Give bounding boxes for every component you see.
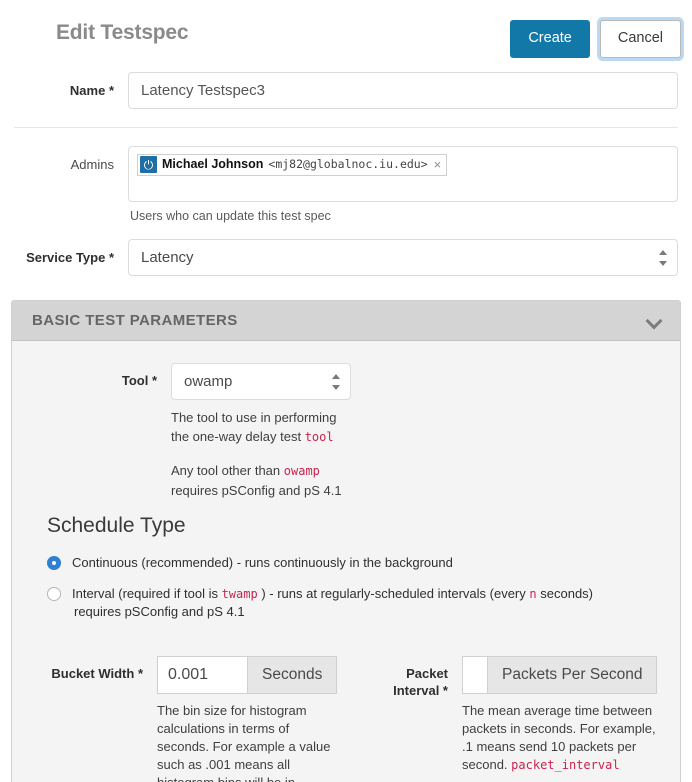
bucket-width-input[interactable]	[157, 656, 247, 694]
schedule-type-title: Schedule Type	[47, 514, 186, 537]
interval-code-twamp: twamp	[221, 587, 258, 601]
bucket-width-desc-text: The bin size for histogram calculations …	[157, 703, 331, 782]
packet-interval-group: Packet Interval * Packets Per Second The…	[357, 656, 680, 782]
interval-code-n: n	[529, 587, 537, 601]
admin-token[interactable]: ⏻ Michael Johnson <mj82@globalnoc.iu.edu…	[137, 154, 448, 176]
tool-description-line-2: Any tool other than owamp requires pSCon…	[171, 461, 353, 500]
radio-interval[interactable]	[47, 587, 61, 601]
cancel-button[interactable]: Cancel	[599, 20, 681, 58]
service-type-control: Latency	[128, 239, 678, 276]
bucket-width-description: The bin size for histogram calculations …	[157, 702, 335, 782]
page-title: Edit Testspec	[56, 20, 189, 44]
packet-interval-description: The mean average time between packets in…	[462, 702, 657, 774]
tool-select[interactable]: owamp	[171, 363, 351, 400]
admins-label: Admins	[70, 157, 114, 172]
bucket-width-label: Bucket Width *	[51, 666, 143, 681]
panel-title: BASIC TEST PARAMETERS	[32, 312, 238, 329]
power-badge-icon: ⏻	[140, 156, 157, 173]
tool-desc-2-text: Any tool other than	[171, 463, 281, 478]
tool-desc-2-code: owamp	[283, 464, 320, 478]
chevron-down-icon[interactable]	[646, 313, 662, 329]
packet-interval-input[interactable]	[462, 656, 487, 694]
packet-interval-label: Packet Interval *	[393, 666, 448, 698]
interval-text-mid: ) - runs at regularly-scheduled interval…	[261, 586, 526, 601]
tool-label: Tool *	[121, 373, 157, 388]
header-actions: Create Cancel	[510, 20, 681, 58]
edit-testspec-page: Edit Testspec Create Cancel Name * Admin…	[0, 0, 692, 782]
schedule-type-section: Schedule Type Continuous (recommended) -…	[12, 500, 680, 621]
tool-row: Tool * owamp The tool to use in performi…	[12, 363, 680, 500]
admins-row: Admins ⏻ Michael Johnson <mj82@globalnoc…	[0, 146, 692, 223]
tool-description: The tool to use in performing the one-wa…	[171, 408, 353, 500]
name-input[interactable]	[128, 72, 678, 109]
service-type-select[interactable]: Latency	[128, 239, 678, 276]
packet-interval-input-group: Packets Per Second	[462, 656, 658, 694]
packet-interval-control: Packets Per Second The mean average time…	[462, 656, 658, 774]
admin-token-name: Michael Johnson	[162, 157, 264, 171]
create-button[interactable]: Create	[510, 20, 590, 58]
radio-interval-label: Interval (required if tool is twamp ) - …	[72, 585, 603, 621]
name-control	[128, 72, 678, 109]
radio-continuous-label: Continuous (recommended) - runs continuo…	[72, 555, 453, 570]
bucket-width-group: Bucket Width * Seconds The bin size for …	[12, 656, 357, 782]
tool-control: owamp The tool to use in performing the …	[171, 363, 353, 500]
remove-admin-icon[interactable]: ×	[433, 156, 442, 173]
schedule-option-interval[interactable]: Interval (required if tool is twamp ) - …	[47, 585, 680, 621]
bucket-width-input-group: Seconds	[157, 656, 338, 694]
interval-text-post: seconds)	[540, 586, 593, 601]
packet-interval-unit: Packets Per Second	[487, 656, 658, 694]
panel-header[interactable]: BASIC TEST PARAMETERS	[12, 301, 680, 341]
tool-desc-1-code: tool	[304, 430, 334, 444]
radio-continuous[interactable]	[47, 556, 61, 570]
bucket-packet-row: Bucket Width * Seconds The bin size for …	[12, 634, 680, 782]
interval-text-line2: requires pSConfig and pS 4.1	[74, 604, 245, 619]
service-type-label: Service Type *	[26, 250, 114, 265]
service-type-row: Service Type * Latency	[0, 239, 692, 276]
basic-test-parameters-panel: BASIC TEST PARAMETERS Tool * owamp The t…	[11, 300, 681, 782]
bucket-width-control: Seconds The bin size for histogram calcu…	[157, 656, 338, 782]
admin-token-email: <mj82@globalnoc.iu.edu>	[268, 157, 428, 171]
panel-body: Tool * owamp The tool to use in performi…	[12, 341, 680, 782]
admins-token-input[interactable]: ⏻ Michael Johnson <mj82@globalnoc.iu.edu…	[128, 146, 678, 202]
tool-description-line-1: The tool to use in performing the one-wa…	[171, 408, 353, 447]
tool-desc-2-post: requires pSConfig and pS 4.1	[171, 483, 342, 498]
name-row: Name *	[0, 65, 692, 109]
packet-interval-desc-code: packet_interval	[511, 758, 620, 772]
bucket-width-unit: Seconds	[247, 656, 338, 694]
name-label: Name *	[69, 83, 114, 98]
page-header: Edit Testspec Create Cancel	[0, 0, 692, 65]
interval-text-pre: Interval (required if tool is	[72, 586, 218, 601]
admins-help-text: Users who can update this test spec	[130, 209, 331, 223]
schedule-option-continuous[interactable]: Continuous (recommended) - runs continuo…	[47, 554, 680, 572]
admins-control: ⏻ Michael Johnson <mj82@globalnoc.iu.edu…	[128, 146, 678, 223]
